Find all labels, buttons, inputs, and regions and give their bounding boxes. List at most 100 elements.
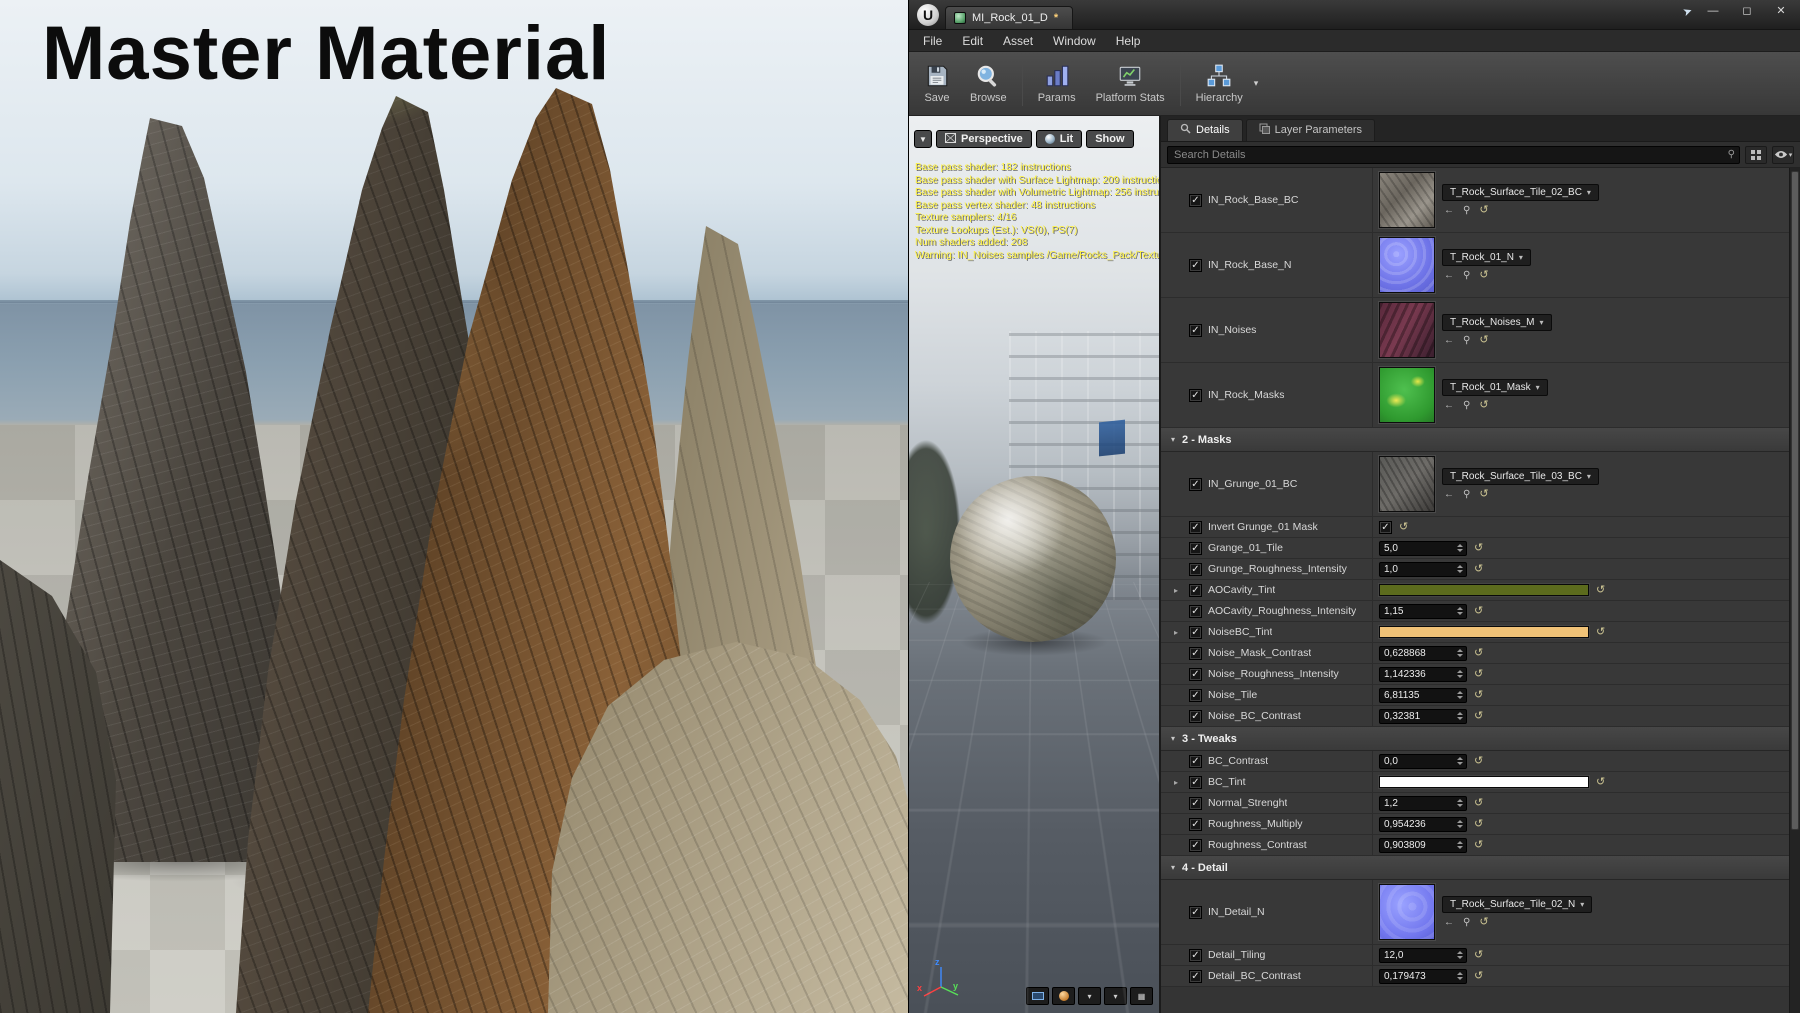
texture-asset-dropdown[interactable]: T_Rock_01_Mask ▾	[1442, 379, 1548, 396]
texture-thumbnail[interactable]	[1379, 302, 1435, 358]
find-in-browser-icon[interactable]: ⚲	[1463, 205, 1470, 216]
spinner-arrows-icon[interactable]	[1454, 712, 1466, 720]
params-button[interactable]: Params	[1029, 59, 1085, 108]
search-input[interactable]	[1167, 146, 1740, 164]
collapse-arrow-icon[interactable]: ▾	[1171, 734, 1175, 743]
maximize-button[interactable]: ◻	[1734, 3, 1760, 19]
expand-arrow-icon[interactable]: ▸	[1174, 628, 1183, 637]
texture-asset-dropdown[interactable]: T_Rock_Surface_Tile_02_N ▾	[1442, 896, 1592, 913]
minimize-button[interactable]: —	[1700, 3, 1726, 19]
param-enable-checkbox[interactable]: ✓	[1189, 478, 1202, 491]
hierarchy-dropdown-icon[interactable]: ▾	[1254, 78, 1259, 89]
find-in-browser-icon[interactable]: ⚲	[1463, 335, 1470, 346]
save-button[interactable]: Save	[915, 59, 959, 108]
color-swatch-bar[interactable]	[1379, 776, 1589, 788]
param-enable-checkbox[interactable]: ✓	[1189, 389, 1202, 402]
value-spinbox[interactable]: 0,954236	[1379, 817, 1467, 832]
reset-to-default-icon[interactable]: ↺	[1479, 489, 1488, 500]
expand-arrow-icon[interactable]: ▸	[1174, 778, 1183, 787]
value-spinbox[interactable]: 0,32381	[1379, 709, 1467, 724]
find-in-browser-icon[interactable]: ⚲	[1463, 400, 1470, 411]
value-spinbox[interactable]: 1,142336	[1379, 667, 1467, 682]
value-spinbox[interactable]: 6,81135	[1379, 688, 1467, 703]
param-enable-checkbox[interactable]: ✓	[1189, 605, 1202, 618]
spinner-arrows-icon[interactable]	[1454, 951, 1466, 959]
details-scrollbar[interactable]	[1789, 168, 1800, 1013]
reset-to-default-icon[interactable]: ↺	[1474, 971, 1483, 982]
texture-asset-dropdown[interactable]: T_Rock_Surface_Tile_03_BC ▾	[1442, 468, 1599, 485]
menu-asset[interactable]: Asset	[993, 32, 1043, 50]
tab-layer-parameters[interactable]: Layer Parameters	[1246, 119, 1375, 141]
texture-thumbnail[interactable]	[1379, 237, 1435, 293]
category-header[interactable]: ▾ 2 - Masks	[1161, 428, 1789, 452]
bool-value-checkbox[interactable]: ✓	[1379, 521, 1392, 534]
reset-to-default-icon[interactable]: ↺	[1479, 335, 1488, 346]
param-enable-checkbox[interactable]: ✓	[1189, 689, 1202, 702]
spinner-arrows-icon[interactable]	[1454, 607, 1466, 615]
reset-to-default-icon[interactable]: ↺	[1474, 564, 1483, 575]
param-enable-checkbox[interactable]: ✓	[1189, 563, 1202, 576]
document-tab[interactable]: MI_Rock_01_D *	[945, 6, 1073, 29]
reset-to-default-icon[interactable]: ↺	[1474, 606, 1483, 617]
param-enable-checkbox[interactable]: ✓	[1189, 542, 1202, 555]
spinner-arrows-icon[interactable]	[1454, 565, 1466, 573]
browse-button[interactable]: Browse	[961, 59, 1016, 108]
tab-details[interactable]: Details	[1167, 119, 1243, 141]
reset-to-default-icon[interactable]: ↺	[1596, 627, 1605, 638]
use-selected-asset-icon[interactable]: ←	[1444, 335, 1454, 346]
viewport-camera-button[interactable]	[1052, 987, 1075, 1005]
reset-to-default-icon[interactable]: ↺	[1479, 917, 1488, 928]
reset-to-default-icon[interactable]: ↺	[1474, 756, 1483, 767]
use-selected-asset-icon[interactable]: ←	[1444, 917, 1454, 928]
collapse-arrow-icon[interactable]: ▾	[1171, 863, 1175, 872]
texture-asset-dropdown[interactable]: T_Rock_Surface_Tile_02_BC ▾	[1442, 184, 1599, 201]
material-preview-sphere[interactable]	[950, 476, 1116, 642]
viewport-floor-toggle[interactable]: ▦	[1130, 987, 1153, 1005]
find-in-browser-icon[interactable]: ⚲	[1463, 270, 1470, 281]
param-enable-checkbox[interactable]: ✓	[1189, 194, 1202, 207]
reset-to-default-icon[interactable]: ↺	[1474, 648, 1483, 659]
find-in-browser-icon[interactable]: ⚲	[1463, 489, 1470, 500]
use-selected-asset-icon[interactable]: ←	[1444, 489, 1454, 500]
texture-thumbnail[interactable]	[1379, 172, 1435, 228]
platform-stats-button[interactable]: Platform Stats	[1087, 59, 1174, 108]
spinner-arrows-icon[interactable]	[1454, 972, 1466, 980]
texture-thumbnail[interactable]	[1379, 456, 1435, 512]
collapse-arrow-icon[interactable]: ▾	[1171, 435, 1175, 444]
category-header[interactable]: ▾ 3 - Tweaks	[1161, 727, 1789, 751]
spinner-arrows-icon[interactable]	[1454, 544, 1466, 552]
param-enable-checkbox[interactable]: ✓	[1189, 668, 1202, 681]
value-spinbox[interactable]: 0,0	[1379, 754, 1467, 769]
find-in-browser-icon[interactable]: ⚲	[1463, 917, 1470, 928]
texture-thumbnail[interactable]	[1379, 367, 1435, 423]
hierarchy-button[interactable]: Hierarchy	[1187, 59, 1252, 108]
reset-to-default-icon[interactable]: ↺	[1474, 711, 1483, 722]
spinner-arrows-icon[interactable]	[1454, 670, 1466, 678]
property-matrix-button[interactable]	[1745, 146, 1767, 164]
spinner-arrows-icon[interactable]	[1454, 841, 1466, 849]
param-enable-checkbox[interactable]: ✓	[1189, 970, 1202, 983]
color-swatch-bar[interactable]	[1379, 626, 1589, 638]
spinner-arrows-icon[interactable]	[1454, 649, 1466, 657]
use-selected-asset-icon[interactable]: ←	[1444, 400, 1454, 411]
reset-to-default-icon[interactable]: ↺	[1479, 270, 1488, 281]
value-spinbox[interactable]: 5,0	[1379, 541, 1467, 556]
spinner-arrows-icon[interactable]	[1454, 799, 1466, 807]
preview-viewport[interactable]: ▼ Perspective Lit Show Base pass shader:…	[909, 116, 1161, 1013]
reset-to-default-icon[interactable]: ↺	[1474, 840, 1483, 851]
texture-asset-dropdown[interactable]: T_Rock_01_N ▾	[1442, 249, 1531, 266]
spinner-arrows-icon[interactable]	[1454, 757, 1466, 765]
reset-to-default-icon[interactable]: ↺	[1474, 543, 1483, 554]
category-header[interactable]: ▾ 4 - Detail	[1161, 856, 1789, 880]
value-spinbox[interactable]: 0,628868	[1379, 646, 1467, 661]
reset-to-default-icon[interactable]: ↺	[1596, 777, 1605, 788]
param-enable-checkbox[interactable]: ✓	[1189, 949, 1202, 962]
value-spinbox[interactable]: 1,15	[1379, 604, 1467, 619]
scrollbar-thumb[interactable]	[1791, 171, 1799, 830]
param-enable-checkbox[interactable]: ✓	[1189, 710, 1202, 723]
param-enable-checkbox[interactable]: ✓	[1189, 324, 1202, 337]
param-enable-checkbox[interactable]: ✓	[1189, 906, 1202, 919]
viewport-screen-button[interactable]	[1026, 987, 1049, 1005]
reset-to-default-icon[interactable]: ↺	[1399, 522, 1408, 533]
param-enable-checkbox[interactable]: ✓	[1189, 839, 1202, 852]
